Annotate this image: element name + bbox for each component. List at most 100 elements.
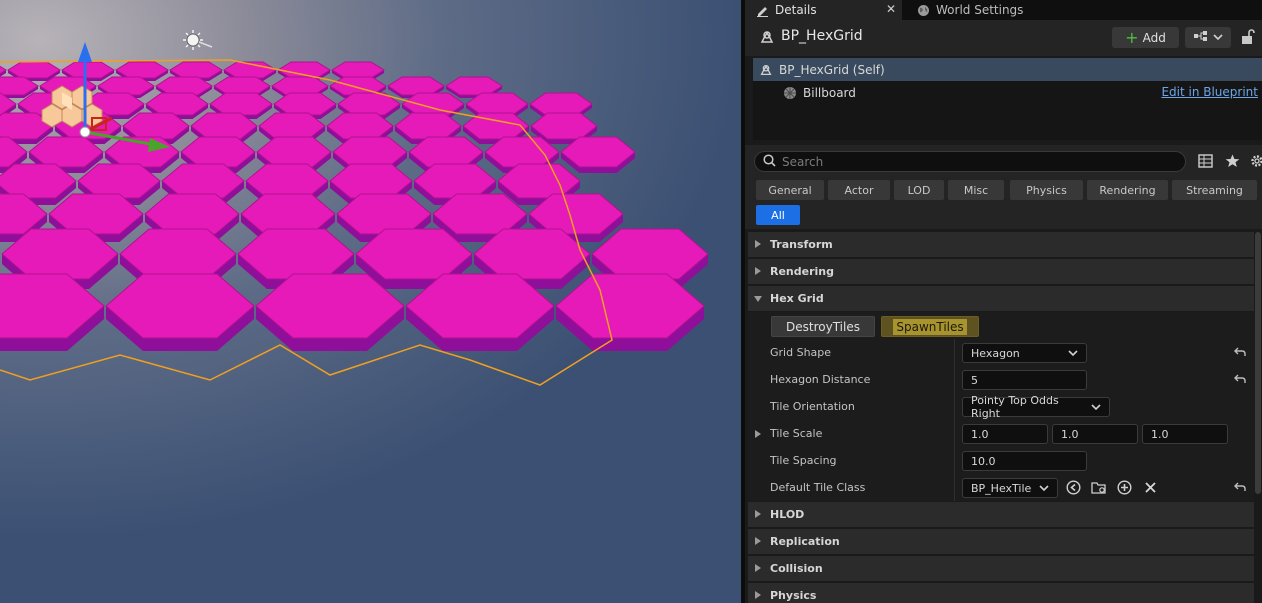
property-grid-shape: Grid Shape Hexagon <box>748 339 1254 366</box>
category-rendering-label: Rendering <box>770 265 834 278</box>
blueprint-icon <box>1193 30 1209 45</box>
star-icon[interactable] <box>1225 154 1240 171</box>
tile-orientation-label: Tile Orientation <box>770 400 855 413</box>
use-selected-asset-icon[interactable] <box>1066 480 1081 498</box>
filter-bar: General Actor LOD Misc Physics Rendering… <box>745 177 1262 229</box>
tile-orientation-dropdown[interactable]: Pointy Top Odds Right <box>962 394 1110 420</box>
category-physics-label: Physics <box>770 589 817 602</box>
component-row-self[interactable]: BP_HexGrid (Self) <box>753 58 1262 81</box>
property-tile-orientation: Tile Orientation Pointy Top Odds Right <box>748 393 1254 420</box>
spawn-tiles-label: SpawnTiles <box>893 318 967 335</box>
reset-to-default-icon[interactable] <box>1234 374 1246 387</box>
scrollbar[interactable] <box>1255 232 1261 494</box>
chevron-down-icon <box>1091 401 1101 414</box>
category-physics[interactable]: Physics <box>748 583 1254 603</box>
tile-scale-x-input[interactable]: 1.0 <box>962 424 1048 444</box>
tile-orientation-value: Pointy Top Odds Right <box>971 394 1059 420</box>
property-tile-scale: Tile Scale 1.0 1.0 1.0 <box>748 420 1254 447</box>
edit-in-blueprint-link[interactable]: Edit in Blueprint <box>1161 85 1258 99</box>
chevron-down-icon <box>1039 482 1049 495</box>
category-hlod-label: HLOD <box>770 508 805 521</box>
hexagon-distance-input[interactable]: 5 <box>962 370 1087 390</box>
default-tile-class-label: Default Tile Class <box>770 481 866 494</box>
pencil-icon <box>755 3 769 17</box>
globe-icon <box>916 3 930 17</box>
tab-world-settings-label: World Settings <box>936 3 1024 17</box>
expand-arrow-icon <box>755 267 761 275</box>
grid-shape-label: Grid Shape <box>770 346 832 359</box>
grid-shape-value: Hexagon <box>971 346 1020 360</box>
expand-arrow-icon <box>755 510 761 518</box>
lock-icon[interactable] <box>1241 29 1255 48</box>
tab-details-label: Details <box>775 3 817 17</box>
search-box[interactable] <box>754 151 1186 172</box>
spawn-tiles-button[interactable]: SpawnTiles <box>881 316 979 337</box>
category-hlod[interactable]: HLOD <box>748 502 1254 527</box>
level-viewport[interactable] <box>0 0 741 603</box>
tile-scale-z-input[interactable]: 1.0 <box>1142 424 1228 444</box>
tab-world-settings[interactable]: World Settings <box>908 0 1108 20</box>
close-icon[interactable]: ✕ <box>886 2 896 16</box>
blueprint-options-button[interactable] <box>1185 27 1231 48</box>
actor-icon <box>759 29 775 48</box>
add-new-icon[interactable] <box>1117 480 1132 498</box>
reset-to-default-icon[interactable] <box>1234 347 1246 360</box>
tile-spacing-input[interactable]: 10.0 <box>962 451 1087 471</box>
billboard-icon <box>783 86 797 100</box>
component-tree: BP_HexGrid (Self) Billboard Edit in Blue… <box>753 58 1262 140</box>
table-view-icon[interactable] <box>1198 154 1213 171</box>
tab-details[interactable]: Details ✕ <box>745 0 902 20</box>
chevron-down-icon <box>1068 347 1078 360</box>
expand-arrow-icon[interactable] <box>755 430 761 438</box>
default-tile-class-value: BP_HexTile <box>971 481 1032 495</box>
browse-folder-icon[interactable] <box>1091 480 1107 498</box>
category-transform-label: Transform <box>770 238 833 251</box>
add-component-button[interactable]: + Add <box>1112 27 1179 48</box>
filter-all[interactable]: All <box>756 205 800 225</box>
category-replication-label: Replication <box>770 535 840 548</box>
expand-arrow-icon <box>755 240 761 248</box>
hexagon-distance-label: Hexagon Distance <box>770 373 871 386</box>
details-panel: Details ✕ World Settings BP_HexGrid + Ad… <box>745 0 1262 603</box>
category-hex-grid[interactable]: Hex Grid <box>748 286 1254 311</box>
filter-actor[interactable]: Actor <box>828 180 890 200</box>
category-replication[interactable]: Replication <box>748 529 1254 554</box>
actor-name: BP_HexGrid <box>781 28 863 44</box>
hex-grid-actions-row: DestroyTiles SpawnTiles <box>748 312 1254 339</box>
filter-streaming[interactable]: Streaming <box>1172 180 1257 200</box>
category-collision[interactable]: Collision <box>748 556 1254 581</box>
tile-scale-y-input[interactable]: 1.0 <box>1052 424 1138 444</box>
category-rendering[interactable]: Rendering <box>748 259 1254 284</box>
filter-misc[interactable]: Misc <box>948 180 1004 200</box>
component-billboard-label: Billboard <box>803 85 856 100</box>
category-collision-label: Collision <box>770 562 823 575</box>
expand-arrow-icon <box>755 564 761 572</box>
gear-icon[interactable] <box>1250 154 1262 171</box>
property-tile-spacing: Tile Spacing 10.0 <box>748 447 1254 474</box>
hex-grid-scene[interactable] <box>0 0 741 603</box>
filter-general[interactable]: General <box>756 180 824 200</box>
expand-arrow-icon <box>755 537 761 545</box>
clear-icon[interactable] <box>1144 481 1157 497</box>
search-input[interactable] <box>782 154 1162 169</box>
chevron-down-icon <box>1213 31 1223 44</box>
default-tile-class-dropdown[interactable]: BP_HexTile <box>962 478 1058 498</box>
details-header: BP_HexGrid + Add <box>745 20 1262 56</box>
grid-shape-dropdown[interactable]: Hexagon <box>962 343 1087 363</box>
expand-arrow-icon <box>755 591 761 599</box>
property-default-tile-class: Default Tile Class BP_HexTile <box>748 474 1254 501</box>
plus-icon: + <box>1125 27 1139 47</box>
add-button-label: Add <box>1142 30 1166 45</box>
component-row-billboard[interactable]: Billboard Edit in Blueprint <box>753 81 1262 104</box>
category-hex-grid-label: Hex Grid <box>770 292 824 305</box>
filter-rendering[interactable]: Rendering <box>1087 180 1168 200</box>
property-hexagon-distance: Hexagon Distance 5 <box>748 366 1254 393</box>
search-icon <box>763 153 776 170</box>
category-transform[interactable]: Transform <box>748 232 1254 257</box>
tile-spacing-label: Tile Spacing <box>770 454 837 467</box>
reset-to-default-icon[interactable] <box>1234 482 1246 495</box>
filter-lod[interactable]: LOD <box>894 180 944 200</box>
actor-icon <box>759 63 773 77</box>
filter-physics[interactable]: Physics <box>1010 180 1083 200</box>
destroy-tiles-button[interactable]: DestroyTiles <box>771 316 875 337</box>
